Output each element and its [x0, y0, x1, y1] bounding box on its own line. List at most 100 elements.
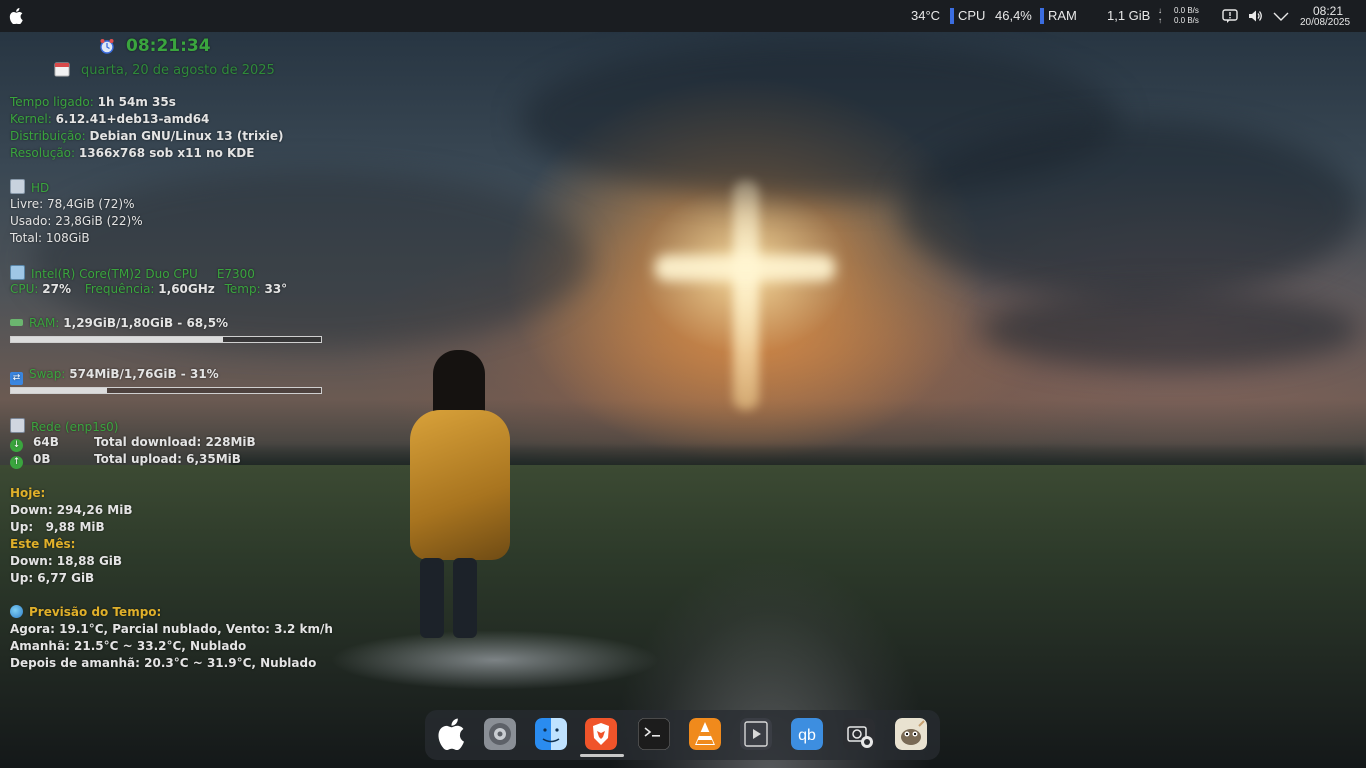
video-editor-icon[interactable]	[740, 718, 772, 750]
panel-clock-time[interactable]: 08:21	[1312, 4, 1344, 18]
swap-label: Swap:	[29, 367, 66, 381]
ram-usage-bar	[10, 336, 322, 343]
net-upload-row: ↑ 0B Total upload: 6,35MiB	[10, 452, 241, 469]
network-card-icon	[10, 418, 25, 433]
month-heading: Este Mês:	[10, 537, 76, 551]
temperature-readout: 34°C	[911, 8, 941, 23]
net-up-arrow-icon: ↑	[1158, 16, 1162, 25]
uptime-row: Tempo ligado: 1h 54m 35s	[10, 95, 176, 110]
hd-total: Total: 108GiB	[10, 231, 90, 245]
swap-heading: ⇄ Swap: 574MiB/1,76GiB - 31%	[10, 367, 219, 385]
hd-free: Livre: 78,4GiB (72)%	[10, 197, 135, 211]
resolution-value: 1366x768 sob x11 no KDE	[78, 146, 255, 160]
hd-label: HD	[31, 181, 50, 195]
net-upload-total: Total upload: 6,35MiB	[94, 452, 241, 466]
today-download: Down: 294,26 MiB	[10, 503, 133, 517]
net-download-total: Total download: 228MiB	[94, 435, 256, 449]
memory-stick-icon	[10, 319, 23, 326]
ram-heading: RAM: 1,29GiB/1,80GiB - 68,5%	[10, 316, 228, 331]
system-settings-icon[interactable]	[484, 718, 516, 750]
network-label: Rede (enp1s0)	[31, 420, 119, 434]
weather-heading: Previsão do Tempo:	[10, 605, 161, 620]
ram-readout: 1,1 GiB	[1107, 8, 1151, 23]
vlc-icon[interactable]	[689, 718, 721, 750]
cpu-chip-icon	[10, 265, 25, 280]
resolution-row: Resolução: 1366x768 sob x11 no KDE	[10, 146, 254, 161]
cpu-usage-value: 27%	[42, 282, 72, 296]
dock-active-indicator	[580, 754, 624, 757]
alarm-clock-icon	[100, 39, 114, 54]
wallpaper-cross-light	[655, 255, 835, 281]
cpu-freq-label: Frequência:	[84, 282, 155, 296]
month-upload: Up: 6,77 GiB	[10, 571, 95, 585]
wallpaper-cross-light	[733, 180, 759, 410]
wallpaper-child-figure	[410, 410, 510, 560]
today-upload: Up: 9,88 MiB	[10, 520, 105, 534]
kernel-row: Kernel: 6.12.41+deb13-amd64	[10, 112, 209, 127]
finder-icon[interactable]	[535, 718, 567, 750]
cpu-heading: Intel(R) Core(TM)2 Duo CPU E7300	[10, 265, 255, 282]
distro-value: Debian GNU/Linux 13 (trixie)	[89, 129, 284, 143]
swap-arrows-icon: ⇄	[10, 372, 23, 385]
cpu-freq-value: 1,60GHz	[158, 282, 215, 296]
conky-date: quarta, 20 de agosto de 2025	[81, 63, 275, 78]
cpu-readout: 46,4%	[995, 8, 1032, 23]
cpu-label: CPU	[958, 8, 986, 23]
net-download-speed: 64B	[33, 435, 59, 449]
download-arrow-icon: ↓	[10, 439, 23, 452]
calendar-icon	[54, 62, 70, 77]
wallpaper-puddle	[330, 630, 660, 690]
ram-value: 1,29GiB/1,80GiB - 68,5%	[63, 316, 229, 330]
gimp-icon[interactable]	[895, 718, 927, 750]
distro-row: Distribuição: Debian GNU/Linux 13 (trixi…	[10, 129, 284, 144]
terminal-icon[interactable]	[638, 718, 670, 750]
network-heading: Rede (enp1s0)	[10, 418, 119, 435]
ram-usage-fill	[11, 337, 224, 342]
conky-time: 08:21:34	[126, 36, 211, 56]
weather-now: Agora: 19.1°C, Parcial nublado, Vento: 3…	[10, 622, 333, 636]
uptime-value: 1h 54m 35s	[97, 95, 176, 109]
hard-disk-icon	[10, 179, 25, 194]
cpu-stats-row: CPU: 27% Frequência: 1,60GHz Temp: 33°	[10, 282, 287, 297]
kernel-value: 6.12.41+deb13-amd64	[55, 112, 210, 126]
net-down-arrow-icon: ↓	[1158, 6, 1162, 15]
svg-text:qb: qb	[798, 727, 816, 744]
qbittorrent-icon[interactable]: qb	[791, 718, 823, 750]
wallpaper-child-figure	[420, 558, 444, 638]
chevron-down-icon[interactable]	[1273, 8, 1289, 24]
notification-icon[interactable]	[1222, 8, 1238, 24]
ram-meter-bar	[1040, 8, 1044, 24]
cpu-meter-bar	[950, 8, 954, 24]
weather-day-after: Depois de amanhã: 20.3°C ~ 31.9°C, Nubla…	[10, 656, 317, 670]
upload-arrow-icon: ↑	[10, 456, 23, 469]
today-heading: Hoje:	[10, 486, 46, 500]
screenshot-icon[interactable]	[843, 718, 875, 750]
net-down-speed: 0.0 B/s	[1174, 6, 1199, 15]
swap-usage-bar	[10, 387, 322, 394]
wallpaper-cloud	[900, 120, 1360, 300]
net-upload-speed: 0B	[33, 452, 51, 466]
panel-clock-date[interactable]: 20/08/2025	[1300, 17, 1350, 28]
ram-label: RAM:	[29, 316, 60, 330]
net-download-row: ↓ 64B Total download: 228MiB	[10, 435, 256, 452]
globe-icon	[10, 605, 23, 618]
apple-menu-icon[interactable]	[436, 718, 468, 750]
hd-used: Usado: 23,8GiB (22)%	[10, 214, 143, 228]
application-dock: qb	[425, 710, 940, 760]
swap-value: 574MiB/1,76GiB - 31%	[69, 367, 219, 381]
weather-label: Previsão do Tempo:	[29, 605, 162, 619]
volume-icon[interactable]	[1247, 8, 1263, 24]
ram-label: RAM	[1048, 8, 1077, 23]
brave-browser-icon[interactable]	[585, 718, 617, 750]
top-panel: 34°C CPU 46,4% RAM 1,1 GiB ↓ 0.0 B/s ↑ 0…	[0, 0, 1366, 32]
net-up-speed: 0.0 B/s	[1174, 16, 1199, 25]
distro-label: Distribuição:	[10, 129, 86, 143]
hd-heading: HD	[10, 179, 49, 196]
weather-tomorrow: Amanhã: 21.5°C ~ 33.2°C, Nublado	[10, 639, 247, 653]
wallpaper-cloud	[980, 290, 1360, 370]
resolution-label: Resolução:	[10, 146, 76, 160]
wallpaper-child-figure	[453, 558, 477, 638]
cpu-model: Intel(R) Core(TM)2 Duo CPU E7300	[31, 267, 255, 281]
apple-logo-icon[interactable]	[9, 8, 23, 24]
cpu-temp-label: Temp:	[224, 282, 261, 296]
